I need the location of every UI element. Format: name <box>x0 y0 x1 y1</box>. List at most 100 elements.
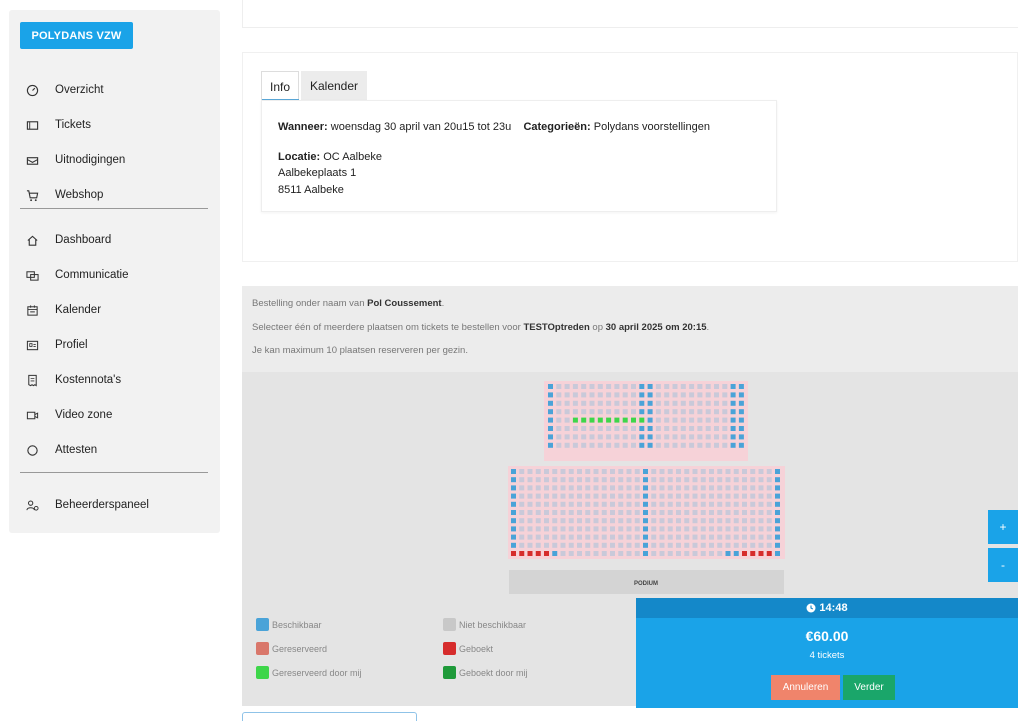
seat[interactable] <box>564 409 570 415</box>
seat[interactable] <box>618 534 624 540</box>
seat[interactable] <box>680 409 686 415</box>
seat[interactable] <box>634 551 640 556</box>
seat[interactable] <box>631 442 636 448</box>
seat[interactable] <box>597 384 603 389</box>
seat[interactable] <box>552 526 558 532</box>
seat[interactable] <box>527 469 533 474</box>
seat[interactable] <box>601 551 607 556</box>
seat[interactable] <box>643 551 648 556</box>
seat[interactable] <box>601 542 607 548</box>
seat[interactable] <box>659 534 665 540</box>
seat[interactable] <box>552 534 558 540</box>
seat[interactable] <box>511 485 516 491</box>
seat[interactable] <box>672 426 678 431</box>
seat[interactable] <box>577 469 582 474</box>
seat[interactable] <box>750 551 756 556</box>
seat[interactable] <box>519 485 525 491</box>
seat[interactable] <box>742 485 747 491</box>
seat[interactable] <box>689 426 695 431</box>
seat[interactable] <box>692 534 698 540</box>
seat[interactable] <box>544 518 549 524</box>
seat[interactable] <box>581 409 587 415</box>
seat[interactable] <box>527 518 533 524</box>
seat[interactable] <box>618 501 624 507</box>
seat[interactable] <box>527 477 533 483</box>
seat[interactable] <box>544 542 549 548</box>
seat[interactable] <box>577 510 582 515</box>
seat[interactable] <box>597 409 603 415</box>
seat[interactable] <box>742 469 747 474</box>
seat[interactable] <box>593 518 599 524</box>
seat[interactable] <box>601 501 607 507</box>
seat[interactable] <box>705 409 711 415</box>
seat[interactable] <box>639 400 645 406</box>
seat[interactable] <box>692 551 698 556</box>
seat[interactable] <box>577 493 582 499</box>
seat[interactable] <box>647 417 653 423</box>
seat[interactable] <box>535 501 541 507</box>
zoom-out-button[interactable]: - <box>988 548 1018 582</box>
seat[interactable] <box>568 551 574 556</box>
seat[interactable] <box>548 426 553 431</box>
seat[interactable] <box>717 518 723 524</box>
seat[interactable] <box>647 400 653 406</box>
seat[interactable] <box>692 510 698 515</box>
seat[interactable] <box>606 442 612 448</box>
seat[interactable] <box>651 542 657 548</box>
seat[interactable] <box>618 485 624 491</box>
cancel-button[interactable]: Annuleren <box>771 675 840 700</box>
seat[interactable] <box>626 534 632 540</box>
seat[interactable] <box>689 442 695 448</box>
seat[interactable] <box>676 469 681 474</box>
seat[interactable] <box>692 477 698 483</box>
seat[interactable] <box>560 501 566 507</box>
seat[interactable] <box>689 392 695 398</box>
seat[interactable] <box>766 485 772 491</box>
seat[interactable] <box>667 534 673 540</box>
seat[interactable] <box>597 400 603 406</box>
seat[interactable] <box>519 542 525 548</box>
seat[interactable] <box>610 469 615 474</box>
seat[interactable] <box>742 501 747 507</box>
seat[interactable] <box>577 518 582 524</box>
seat[interactable] <box>560 469 566 474</box>
seat[interactable] <box>593 526 599 532</box>
seat[interactable] <box>742 526 747 532</box>
seat[interactable] <box>758 510 764 515</box>
seat[interactable] <box>709 501 714 507</box>
seat[interactable] <box>689 409 695 415</box>
seat[interactable] <box>535 551 541 556</box>
seat[interactable] <box>750 518 756 524</box>
seat[interactable] <box>689 434 695 440</box>
seat[interactable] <box>544 551 549 556</box>
seat[interactable] <box>738 417 744 423</box>
seat[interactable] <box>709 510 714 515</box>
seat[interactable] <box>564 442 570 448</box>
seat[interactable] <box>593 551 599 556</box>
seat[interactable] <box>725 510 731 515</box>
seat[interactable] <box>643 501 648 507</box>
seat[interactable] <box>659 542 665 548</box>
seat[interactable] <box>556 392 562 398</box>
seat[interactable] <box>548 409 553 415</box>
seat[interactable] <box>725 551 731 556</box>
seat[interactable] <box>680 400 686 406</box>
seat[interactable] <box>750 510 756 515</box>
seat[interactable] <box>626 485 632 491</box>
seat[interactable] <box>730 409 736 415</box>
seat[interactable] <box>626 518 632 524</box>
seat[interactable] <box>519 493 525 499</box>
seat[interactable] <box>618 551 624 556</box>
seat[interactable] <box>597 442 603 448</box>
seat[interactable] <box>519 510 525 515</box>
seat[interactable] <box>622 392 628 398</box>
seat[interactable] <box>725 485 731 491</box>
seat[interactable] <box>709 542 714 548</box>
seat[interactable] <box>593 477 599 483</box>
seat[interactable] <box>614 409 620 415</box>
seat[interactable] <box>722 392 728 398</box>
seat[interactable] <box>610 493 615 499</box>
seat[interactable] <box>552 551 558 556</box>
seat[interactable] <box>568 518 574 524</box>
seat[interactable] <box>655 392 661 398</box>
